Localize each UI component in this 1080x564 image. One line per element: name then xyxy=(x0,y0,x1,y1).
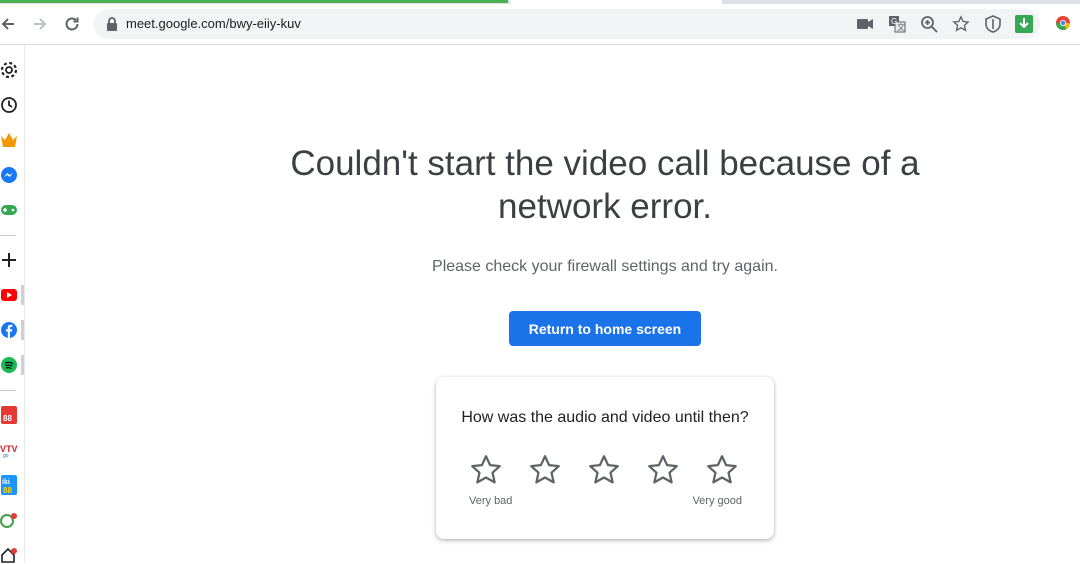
download-icon[interactable] xyxy=(1015,15,1033,33)
svg-text:go: go xyxy=(3,453,9,458)
rating-star-icon[interactable] xyxy=(528,453,562,487)
sidebar-divider xyxy=(0,390,16,391)
rating-high-label: Very good xyxy=(692,495,742,507)
camera-icon[interactable] xyxy=(856,15,874,33)
rating-star-icon[interactable] xyxy=(469,453,503,487)
app-icon[interactable] xyxy=(0,511,18,529)
active-marker xyxy=(21,355,24,375)
rating-star-icon[interactable] xyxy=(587,453,621,487)
translate-icon[interactable]: G文 xyxy=(888,15,906,33)
forward-icon[interactable] xyxy=(28,12,52,36)
return-home-button[interactable]: Return to home screen xyxy=(509,311,701,346)
zoom-icon[interactable] xyxy=(920,15,938,33)
home-icon[interactable] xyxy=(0,546,18,564)
youtube-icon[interactable] xyxy=(0,286,18,304)
shield-icon[interactable] xyxy=(984,15,1002,33)
svg-text:iki: iki xyxy=(2,479,10,486)
feedback-card: How was the audio and video until then? … xyxy=(436,377,774,539)
messenger-icon[interactable] xyxy=(0,166,18,184)
reload-icon[interactable] xyxy=(60,12,84,36)
url-text: meet.google.com/bwy-eiiy-kuv xyxy=(126,16,301,31)
history-icon[interactable] xyxy=(0,96,18,114)
spotify-icon[interactable] xyxy=(0,356,18,374)
rating-star-icon[interactable] xyxy=(705,453,739,487)
settings-icon[interactable] xyxy=(0,61,18,79)
chrome-extension-icon[interactable] xyxy=(1055,15,1073,33)
svg-text:文: 文 xyxy=(897,22,905,32)
feedback-question: How was the audio and video until then? xyxy=(461,409,749,426)
sidebar-divider xyxy=(0,235,16,236)
gamepad-icon[interactable] xyxy=(0,201,18,219)
add-icon[interactable] xyxy=(0,251,18,269)
rating-low-label: Very bad xyxy=(469,495,513,507)
bookmark-star-icon[interactable] xyxy=(952,15,970,33)
app-88-icon[interactable]: 88 xyxy=(0,406,18,424)
back-icon[interactable] xyxy=(0,12,20,36)
lock-icon[interactable] xyxy=(104,16,120,32)
active-tab-indicator xyxy=(0,0,508,3)
error-headline: Couldn't start the video call because of… xyxy=(290,144,920,226)
browser-sidebar: 88 VTV go iki 88 xyxy=(0,45,25,564)
svg-text:88: 88 xyxy=(3,486,12,495)
vtv-icon[interactable]: VTV go xyxy=(0,441,18,459)
address-bar[interactable]: meet.google.com/bwy-eiiy-kuv G文 xyxy=(94,9,1040,39)
error-subtext: Please check your firewall settings and … xyxy=(432,258,778,275)
browser-toolbar: meet.google.com/bwy-eiiy-kuv G文 xyxy=(0,4,1080,45)
svg-text:88: 88 xyxy=(3,414,12,423)
active-marker xyxy=(21,320,24,340)
active-marker xyxy=(21,285,24,305)
crown-icon[interactable] xyxy=(0,131,18,149)
rating-star-icon[interactable] xyxy=(646,453,680,487)
facebook-icon[interactable] xyxy=(0,321,18,339)
tiki-icon[interactable]: iki 88 xyxy=(0,475,18,495)
